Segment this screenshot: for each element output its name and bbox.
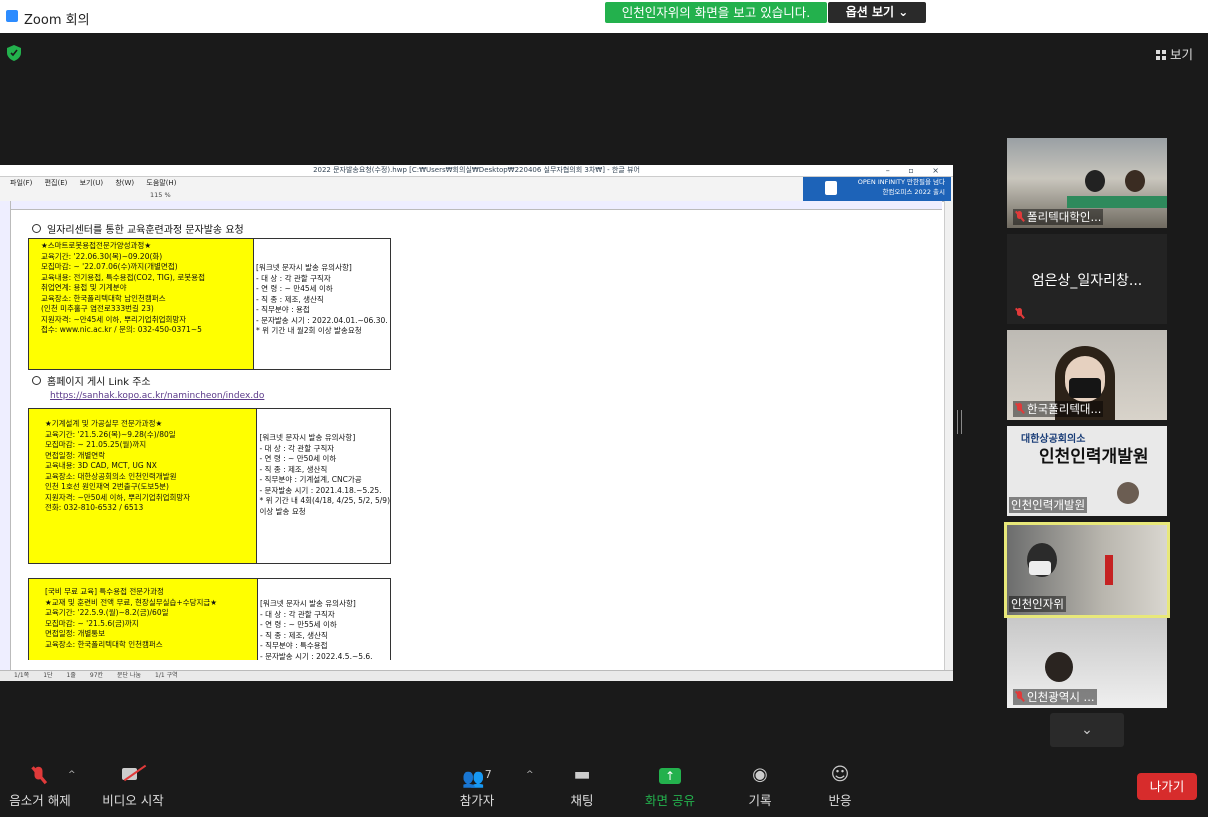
course-box-3: [국비 무료 교육] 특수용접 전문가과정 ★교재 및 훈련비 전액 무료, 현장… xyxy=(28,578,391,660)
view-button-label: 보기 xyxy=(1170,47,1194,62)
window-titlebar: Zoom 회의 xyxy=(0,0,1208,33)
course-box-1-left: ★스마트로봇용접전문가양성과정★ 교육기간: '22.06.30(목)~09.20… xyxy=(28,238,254,370)
participant-count: 7 xyxy=(484,768,492,781)
status-bar: 1/1쪽 1단 1줄 97칸 문단 나눔 1/1 구역 xyxy=(0,670,953,681)
grid-icon xyxy=(1156,50,1166,60)
hancom-logo-icon xyxy=(825,181,837,195)
participant-tile-active[interactable]: 인천인자위 xyxy=(1004,522,1170,618)
chevron-up-icon[interactable]: ^ xyxy=(68,770,76,780)
doc-heading-2: 홈페이지 게시 Link 주소 xyxy=(32,373,151,388)
mic-muted-icon xyxy=(1015,211,1024,222)
window-controls-icon: – ▫ × xyxy=(885,166,947,175)
org-sign-title: 인천인력개발원 xyxy=(1039,447,1149,467)
course-box-3-left: [국비 무료 교육] 특수용접 전문가과정 ★교재 및 훈련비 전액 무료, 현장… xyxy=(28,578,258,660)
participants-button[interactable]: 👥7 참가자 xyxy=(452,764,502,809)
horizontal-ruler xyxy=(10,201,942,210)
participant-name: 인천인자위 xyxy=(1009,596,1066,612)
course-box-1-right: [워크넷 문자시 발송 유의사항] - 대 상 : 각 관할 구직자 - 연 령 :… xyxy=(253,238,391,370)
homepage-link[interactable]: https://sanhak.kopo.ac.kr/namincheon/ind… xyxy=(50,391,264,401)
people-icon: 👥7 xyxy=(462,768,492,789)
camera-off-icon xyxy=(98,764,168,786)
participant-name: 인천인력개발원 xyxy=(1009,497,1088,513)
view-button[interactable]: 보기 xyxy=(1156,44,1193,63)
view-options-button[interactable]: 옵션 보기 ⌄ xyxy=(828,2,926,23)
zoom-select[interactable]: 115 % xyxy=(150,191,171,199)
course-box-2: ★기계설계 및 가공실무 전문가과정★ 교육기간: '21.5.26(목)~9.2… xyxy=(27,408,391,564)
course-box-3-right: [워크넷 문자시 발송 유의사항] - 대 상 : 각 관할 구직자 - 연 령 :… xyxy=(257,578,391,660)
participant-tile[interactable]: 엄은상_일자리창... xyxy=(1007,234,1167,324)
participant-name: 한국폴리텍대... xyxy=(1027,402,1102,416)
participant-tile[interactable]: 대한상공회의소 인천인력개발원 인천인력개발원 xyxy=(1007,426,1167,516)
start-video-button[interactable]: 비디오 시작 xyxy=(98,764,168,809)
participant-name: 폴리텍대학인... xyxy=(1027,210,1102,224)
viewing-banner: 인천인자위의 화면을 보고 있습니다. xyxy=(605,2,827,23)
participant-tile[interactable]: 폴리텍대학인... xyxy=(1007,138,1167,228)
menu-window[interactable]: 창(W) xyxy=(115,179,134,187)
reactions-button[interactable]: ☺ 반응 xyxy=(820,764,860,809)
participant-tile[interactable]: 인천광역시 ... xyxy=(1007,618,1167,708)
chevron-down-icon[interactable]: ⌄ xyxy=(1050,713,1124,747)
menu-file[interactable]: 파일(F) xyxy=(10,179,32,187)
chat-icon: ▬ xyxy=(573,764,591,785)
mic-muted-icon xyxy=(1015,403,1024,414)
shield-icon[interactable] xyxy=(7,45,21,61)
hancom-ad-banner[interactable]: OPEN INFINITY 만한필을 넘다 한컴오피스 2022 출시 xyxy=(803,177,951,201)
mic-muted-icon xyxy=(1015,691,1024,702)
course-box-2-left: ★기계설계 및 가공실무 전문가과정★ 교육기간: '21.5.26(목)~9.2… xyxy=(27,408,258,564)
unmute-button[interactable]: 음소거 해제 xyxy=(6,764,74,809)
meeting-toolbar: 음소거 해제 ^ 비디오 시작 👥7 참가자 ^ ▬ 채팅 ↑ 화면 공유 ◉ … xyxy=(0,756,1208,817)
participant-name: 인천광역시 ... xyxy=(1027,690,1095,704)
participant-name-center: 엄은상_일자리창... xyxy=(1031,273,1143,289)
shared-window-title: 2022 문자발송요청(수정).hwp [C:₩Users₩회의실₩Deskto… xyxy=(0,165,953,177)
course-box-2-right: [워크넷 문자시 발송 유의사항] - 대 상 : 각 관할 구직자 - 연 령 :… xyxy=(256,408,391,564)
mic-muted-icon xyxy=(1015,308,1024,319)
window-title: Zoom 회의 xyxy=(24,13,90,28)
shared-screen: 2022 문자발송요청(수정).hwp [C:₩Users₩회의실₩Deskto… xyxy=(0,165,953,681)
menu-edit[interactable]: 편집(E) xyxy=(45,179,68,187)
panel-divider[interactable] xyxy=(957,410,962,434)
record-icon: ◉ xyxy=(752,764,768,785)
leave-button[interactable]: 나가기 xyxy=(1137,773,1197,800)
share-screen-icon: ↑ xyxy=(640,764,700,786)
zoom-logo-icon xyxy=(6,10,18,22)
share-screen-button[interactable]: ↑ 화면 공유 xyxy=(640,764,700,809)
chevron-up-icon[interactable]: ^ xyxy=(526,770,534,780)
menu-help[interactable]: 도움말(H) xyxy=(146,179,176,187)
mic-off-icon xyxy=(6,764,74,786)
vertical-ruler xyxy=(0,201,11,671)
record-button[interactable]: ◉ 기록 xyxy=(740,764,780,809)
menu-view[interactable]: 보기(U) xyxy=(80,179,103,187)
document-scrollbar[interactable] xyxy=(944,201,953,671)
participant-tile[interactable]: 한국폴리텍대... xyxy=(1007,330,1167,420)
doc-heading-1: 일자리센터를 통한 교육훈련과정 문자발송 요청 xyxy=(32,221,244,236)
document-page: 일자리센터를 통한 교육훈련과정 문자발송 요청 ★스마트로봇용접전문가양성과정… xyxy=(12,211,944,660)
emoji-plus-icon: ☺ xyxy=(830,764,850,785)
course-box-1: ★스마트로봇용접전문가양성과정★ 교육기간: '22.06.30(목)~09.20… xyxy=(28,238,391,370)
chat-button[interactable]: ▬ 채팅 xyxy=(562,764,602,809)
